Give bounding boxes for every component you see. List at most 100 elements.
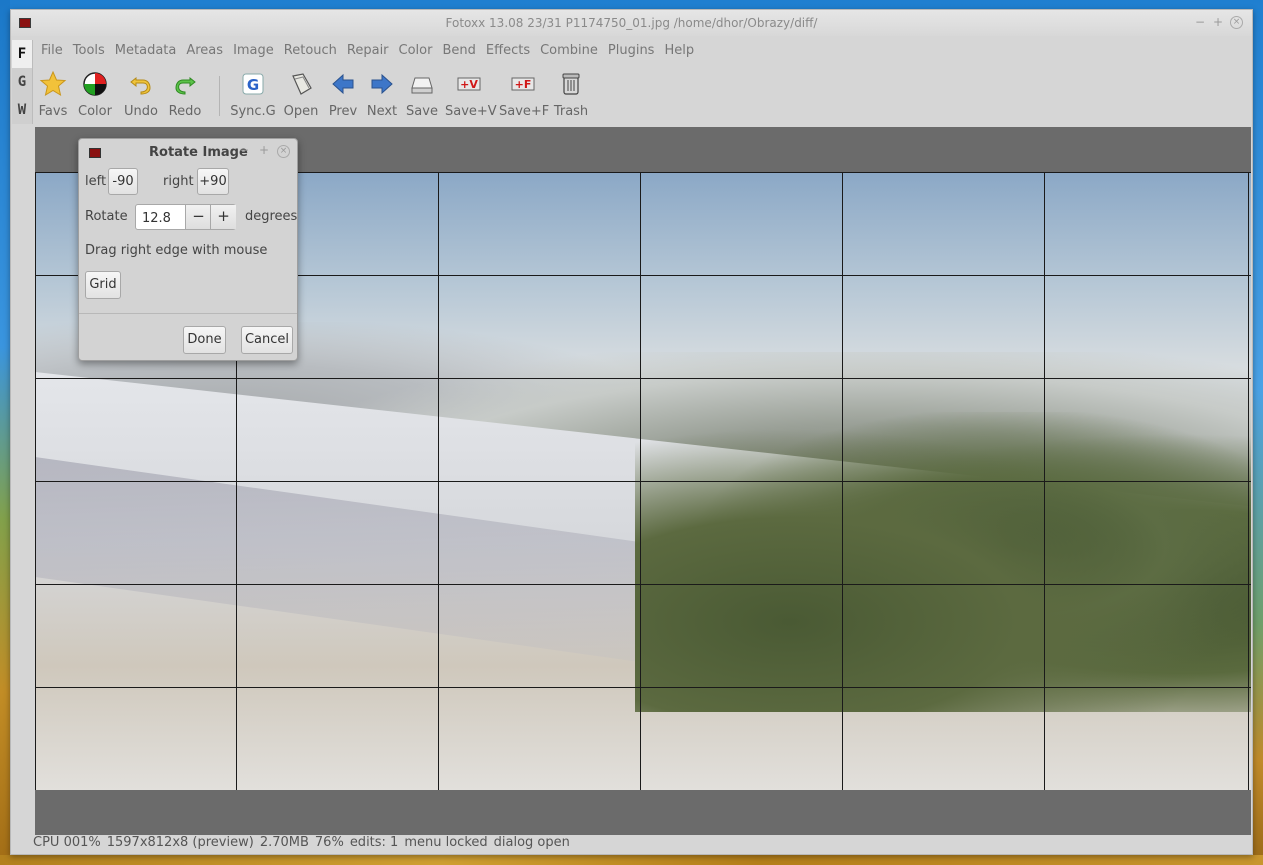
menu-tools[interactable]: Tools <box>73 41 105 60</box>
save-file-icon: +F <box>509 70 537 98</box>
save-version-icon: +V <box>455 70 483 98</box>
status-menu-locked: menu locked <box>404 835 488 850</box>
drive-icon <box>408 70 436 98</box>
sync-g-icon: G <box>239 70 267 98</box>
redo-button[interactable]: Redo <box>165 70 205 119</box>
dialog-separator <box>79 313 297 314</box>
rotate-angle-input[interactable] <box>136 205 192 231</box>
dialog-maximize-icon[interactable]: + <box>259 143 269 157</box>
rotate-angle-spinner[interactable]: − + <box>135 204 236 231</box>
svg-text:+F: +F <box>515 78 532 91</box>
status-cpu: CPU 001% <box>33 835 101 850</box>
degrees-label: degrees <box>245 209 298 224</box>
decrement-button[interactable]: − <box>185 205 211 229</box>
menu-areas[interactable]: Areas <box>186 41 223 60</box>
left-label: left <box>85 174 107 189</box>
trash-button[interactable]: Trash <box>551 70 591 119</box>
menu-file[interactable]: File <box>41 41 63 60</box>
side-tab-g[interactable]: G <box>12 68 32 96</box>
app-window: Fotoxx 13.08 23/31 P1174750_01.jpg /home… <box>10 9 1253 855</box>
dialog-close-icon[interactable]: × <box>277 145 290 158</box>
save-f-label: Save+F <box>499 104 550 119</box>
menu-effects[interactable]: Effects <box>486 41 530 60</box>
grid-line-horizontal <box>35 584 1251 585</box>
cancel-button[interactable]: Cancel <box>241 326 293 354</box>
color-label: Color <box>78 104 112 119</box>
favs-label: Favs <box>38 104 68 119</box>
menu-combine[interactable]: Combine <box>540 41 598 60</box>
close-icon[interactable]: × <box>1230 16 1243 29</box>
desktop-background-bottom <box>0 855 1263 865</box>
open-label: Open <box>283 104 319 119</box>
undo-button[interactable]: Undo <box>121 70 161 119</box>
favs-button[interactable]: Favs <box>35 70 71 119</box>
drag-hint-text: Drag right edge with mouse <box>85 243 268 258</box>
save-v-label: Save+V <box>445 104 497 119</box>
grid-line-horizontal <box>35 687 1251 688</box>
open-folder-icon <box>287 70 315 98</box>
rotate-label: Rotate <box>85 209 128 224</box>
status-zoom: 76% <box>314 835 344 850</box>
rotate-left-90-button[interactable]: -90 <box>108 168 138 195</box>
status-image-size: 1597x812x8 (preview) <box>106 835 254 850</box>
color-button[interactable]: Color <box>77 70 113 119</box>
right-arrow-icon <box>368 70 396 98</box>
color-wheel-icon <box>81 70 109 98</box>
photo-pine-trees <box>635 412 1251 712</box>
menu-metadata[interactable]: Metadata <box>115 41 177 60</box>
menu-plugins[interactable]: Plugins <box>608 41 655 60</box>
menu-image[interactable]: Image <box>233 41 274 60</box>
prev-button[interactable]: Prev <box>325 70 361 119</box>
sync-g-button[interactable]: G Sync.G <box>229 70 277 119</box>
redo-arrow-icon <box>171 70 199 98</box>
open-button[interactable]: Open <box>283 70 319 119</box>
increment-button[interactable]: + <box>210 205 236 229</box>
right-label: right <box>163 174 194 189</box>
maximize-icon[interactable]: + <box>1211 15 1225 29</box>
grid-line-horizontal <box>35 481 1251 482</box>
menu-repair[interactable]: Repair <box>347 41 389 60</box>
toolbar-separator <box>219 76 220 116</box>
dialog-title-bar[interactable]: Rotate Image − + × <box>79 139 297 165</box>
side-tabs: F G W <box>12 40 33 124</box>
side-tab-w[interactable]: W <box>12 96 32 124</box>
status-dialog-open: dialog open <box>493 835 570 850</box>
desktop-background <box>0 0 10 865</box>
side-tab-f[interactable]: F <box>12 40 32 68</box>
prev-label: Prev <box>328 104 358 119</box>
menu-help[interactable]: Help <box>664 41 694 60</box>
next-button[interactable]: Next <box>364 70 400 119</box>
save-v-button[interactable]: +V Save+V <box>445 70 497 119</box>
rotate-image-dialog: Rotate Image − + × left -90 right +90 Ro… <box>78 138 298 361</box>
menu-bar: File Tools Metadata Areas Image Retouch Repair… <box>33 41 704 63</box>
left-arrow-icon <box>329 70 357 98</box>
svg-text:G: G <box>247 76 259 94</box>
title-bar[interactable]: Fotoxx 13.08 23/31 P1174750_01.jpg /home… <box>11 10 1252 36</box>
undo-label: Undo <box>124 104 158 119</box>
dialog-minimize-icon[interactable]: − <box>239 143 249 157</box>
menu-color[interactable]: Color <box>399 41 433 60</box>
grid-button[interactable]: Grid <box>85 271 121 299</box>
next-label: Next <box>366 104 398 119</box>
rotate-right-90-button[interactable]: +90 <box>197 168 229 195</box>
trash-icon <box>557 70 585 98</box>
menu-retouch[interactable]: Retouch <box>284 41 337 60</box>
minimize-icon[interactable]: − <box>1193 15 1207 29</box>
status-edits: edits: 1 <box>349 835 399 850</box>
sync-g-label: Sync.G <box>230 104 276 119</box>
grid-line-horizontal <box>35 378 1251 379</box>
save-button[interactable]: Save <box>404 70 440 119</box>
status-bar: CPU 001% 1597x812x8 (preview) 2.70MB 76% edi… <box>33 835 1251 853</box>
menu-bend[interactable]: Bend <box>442 41 475 60</box>
redo-label: Redo <box>168 104 202 119</box>
dialog-app-icon <box>89 148 101 158</box>
star-icon <box>39 70 67 98</box>
dialog-title: Rotate Image <box>149 145 248 160</box>
status-memory: 2.70MB <box>259 835 309 850</box>
done-button[interactable]: Done <box>183 326 226 354</box>
svg-text:+V: +V <box>460 78 478 91</box>
save-f-button[interactable]: +F Save+F <box>499 70 550 119</box>
window-title: Fotoxx 13.08 23/31 P1174750_01.jpg /home… <box>445 16 818 30</box>
save-label: Save <box>406 104 438 119</box>
trash-label: Trash <box>553 104 589 119</box>
